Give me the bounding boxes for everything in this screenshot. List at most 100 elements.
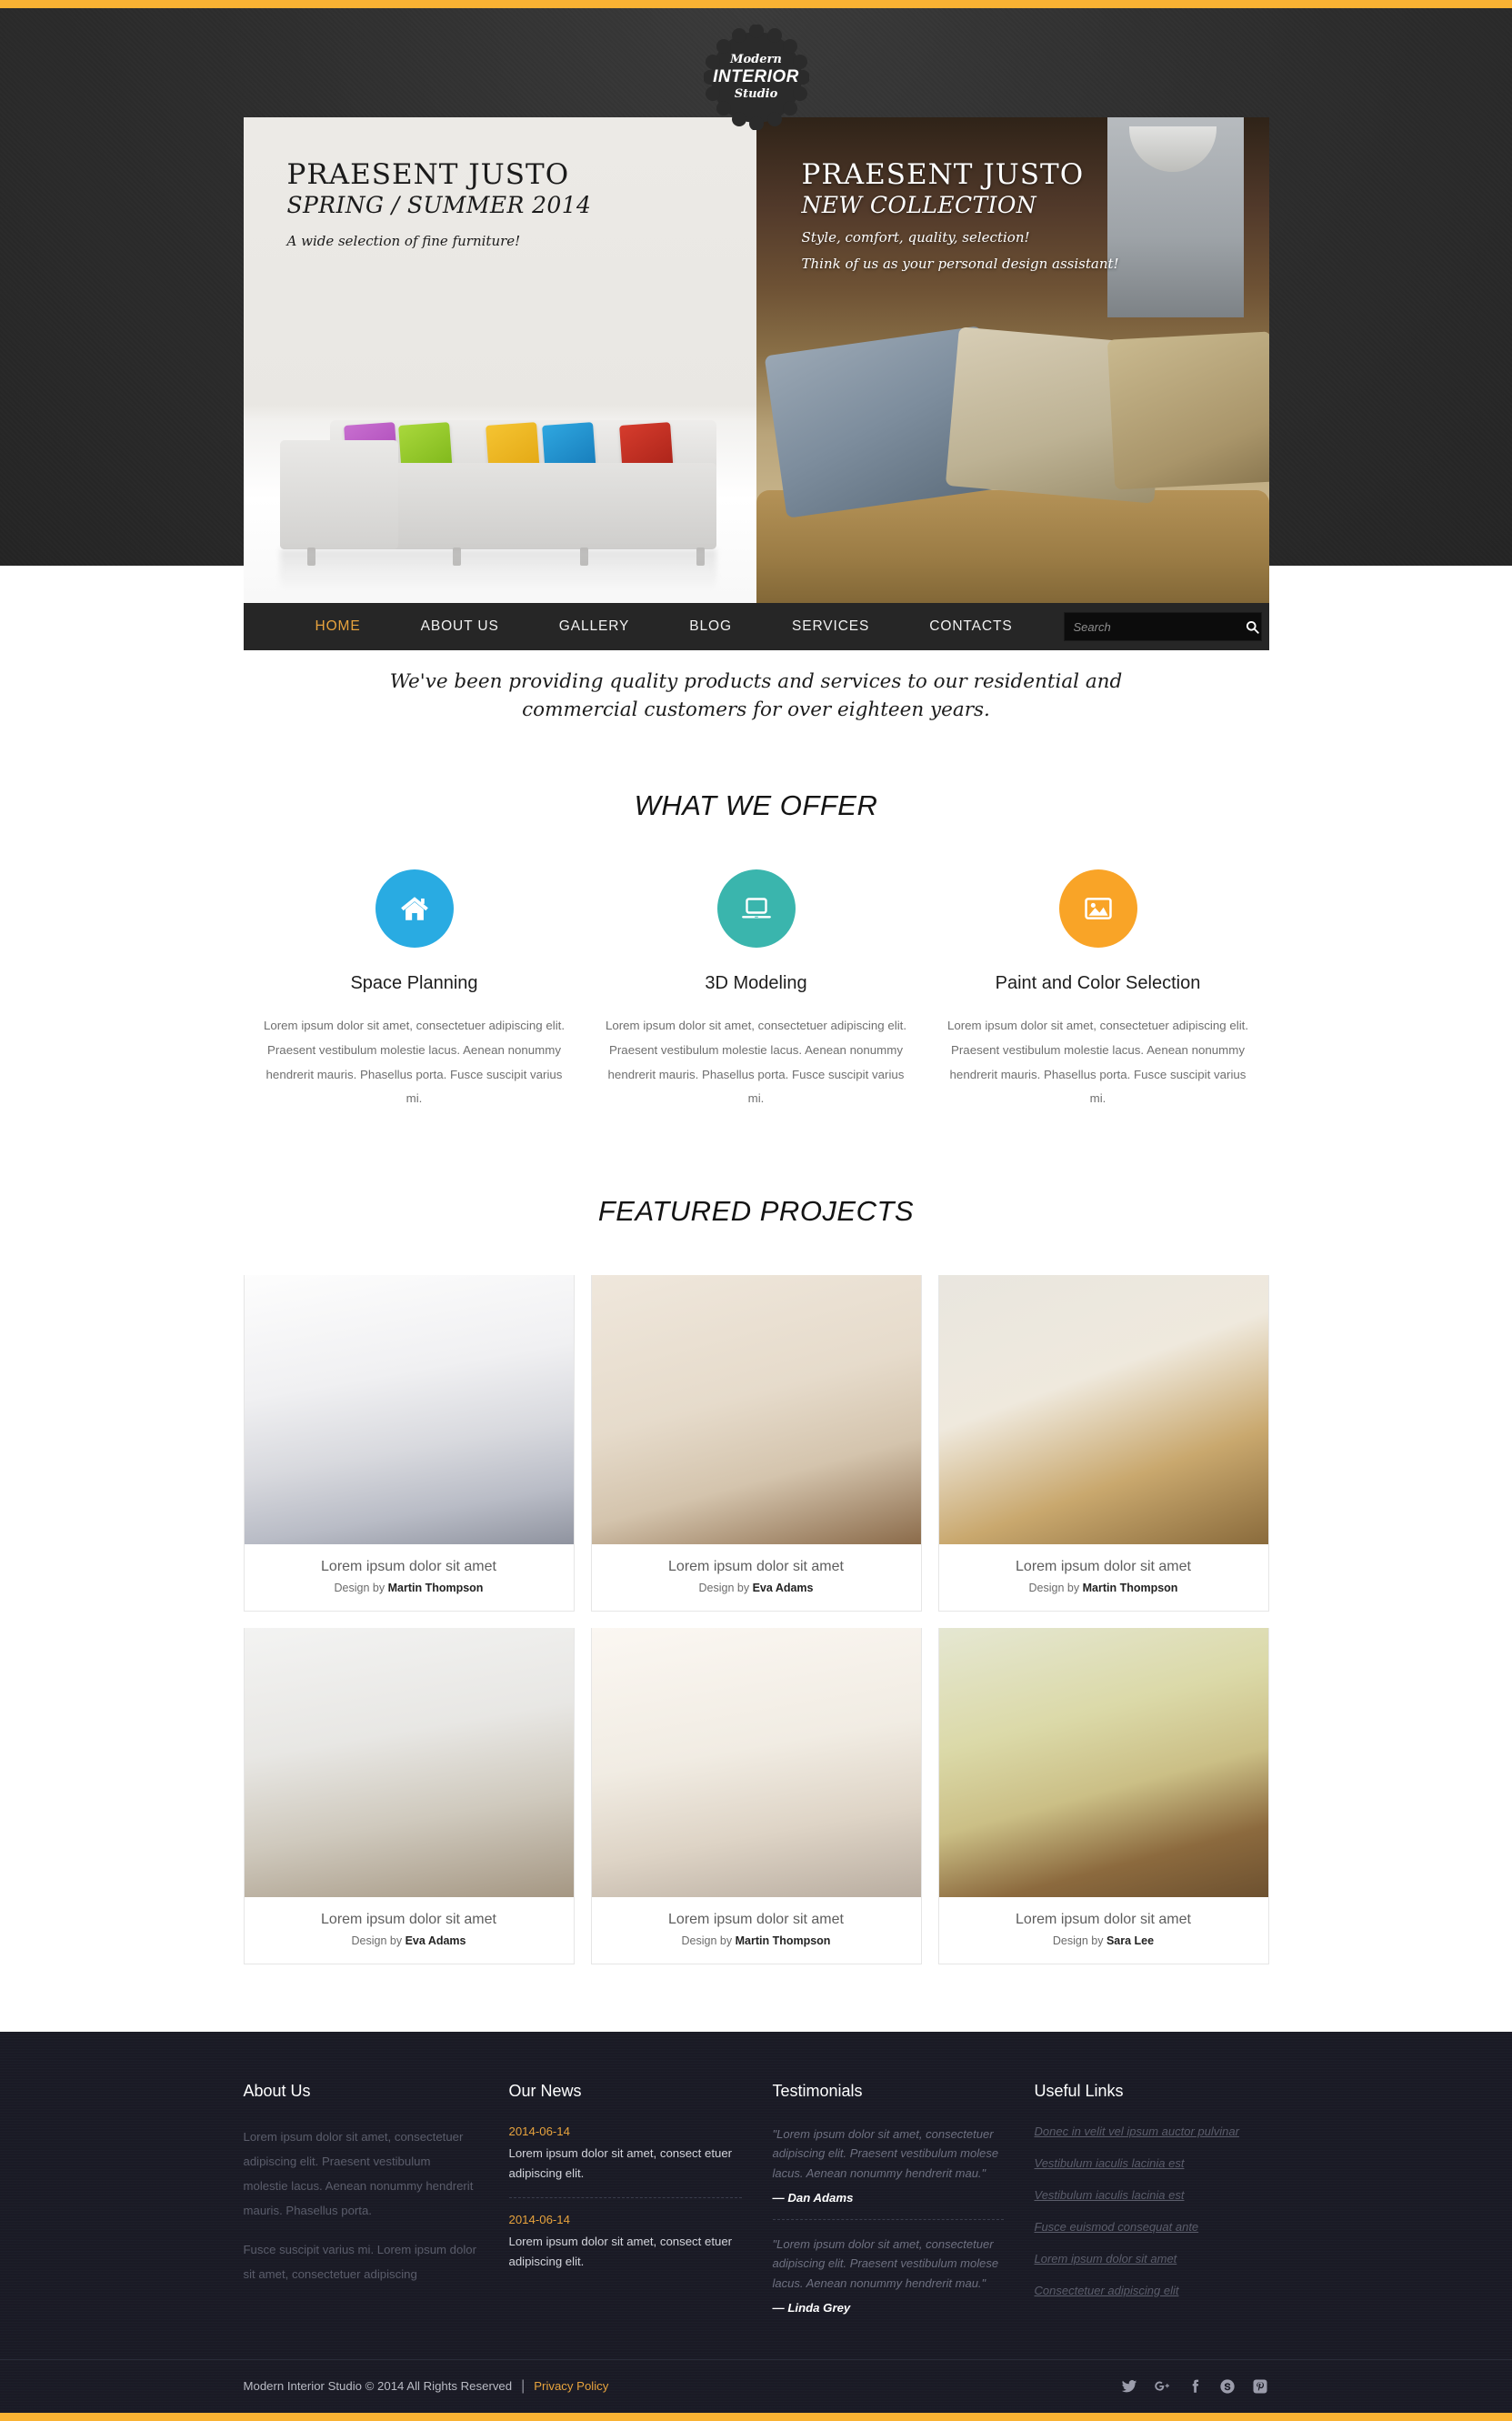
footer-testimonials-heading: Testimonials <box>772 2081 863 2100</box>
useful-link[interactable]: Lorem ipsum dolor sit amet <box>1035 2252 1269 2265</box>
project-card[interactable]: Lorem ipsum dolor sit amet Design by Mar… <box>937 1274 1269 1612</box>
footer-bottom-bar: Modern Interior Studio © 2014 All Rights… <box>0 2358 1512 2413</box>
useful-link[interactable]: Vestibulum iaculis lacinia est <box>1035 2156 1269 2170</box>
nav-item-contacts[interactable]: CONTACTS <box>899 618 1042 635</box>
offer-space-planning[interactable]: Space Planning Lorem ipsum dolor sit ame… <box>244 869 586 1110</box>
project-title: Lorem ipsum dolor sit amet <box>668 1558 844 1574</box>
project-card[interactable]: Lorem ipsum dolor sit amet Design by Eva… <box>590 1274 922 1612</box>
design-by-label: Design by <box>698 1581 753 1594</box>
hero-slide-left[interactable]: PRAESENT JUSTO SPRING / SUMMER 2014 A wi… <box>243 117 756 613</box>
footer-about-column: About Us Lorem ipsum dolor sit amet, con… <box>244 2082 509 2316</box>
hero-left-line1: A wide selection of fine furniture! <box>286 233 521 250</box>
project-author: Design by Eva Adams <box>599 1582 914 1594</box>
offer-paint-color-selection[interactable]: Paint and Color Selection Lorem ipsum do… <box>927 869 1269 1110</box>
hero-right-title: PRAESENT JUSTO <box>801 158 1085 191</box>
social-links <box>1121 2377 1269 2395</box>
search-icon <box>1246 620 1259 634</box>
main-navigation: HOME ABOUT US GALLERY BLOG SERVICES CONT… <box>243 603 1269 650</box>
nav-item-blog[interactable]: BLOG <box>659 618 762 635</box>
cushion-gold <box>1106 331 1269 490</box>
news-text: Lorem ipsum dolor sit amet, consect etue… <box>508 2235 733 2269</box>
offer-title: Space Planning <box>350 973 478 994</box>
search-button[interactable] <box>1245 613 1261 640</box>
project-thumbnail <box>938 1274 1268 1544</box>
project-title: Lorem ipsum dolor sit amet <box>1016 1558 1191 1574</box>
news-date: 2014-06-14 <box>508 2213 570 2227</box>
footer-news-column: Our News 2014-06-14 Lorem ipsum dolor si… <box>508 2082 773 2316</box>
useful-link[interactable]: Fusce euismod consequat ante <box>1035 2220 1269 2234</box>
hero-right-subtitle: NEW COLLECTION <box>801 192 1036 219</box>
offer-3d-modeling[interactable]: 3D Modeling Lorem ipsum dolor sit amet, … <box>586 869 927 1110</box>
useful-link[interactable]: Consectetuer adipiscing elit <box>1035 2284 1269 2297</box>
news-date: 2014-06-14 <box>508 2124 570 2138</box>
project-card-body: Lorem ipsum dolor sit amet Design by Eva… <box>245 1897 574 1964</box>
project-card[interactable]: Lorem ipsum dolor sit amet Design by Mar… <box>243 1274 575 1612</box>
pinterest-icon[interactable] <box>1252 2377 1269 2395</box>
footer-links-column: Useful Links Donec in velit vel ipsum au… <box>1035 2082 1269 2316</box>
bottom-accent-rule <box>0 2412 1512 2421</box>
useful-link[interactable]: Donec in velit vel ipsum auctor pulvinar <box>1035 2125 1269 2138</box>
page-content: We've been providing quality products an… <box>243 566 1269 1964</box>
offer-title: 3D Modeling <box>705 973 807 994</box>
project-card[interactable]: Lorem ipsum dolor sit amet Design by Eva… <box>243 1627 575 1964</box>
footer-about-p2: Fusce suscipit varius mi. Lorem ipsum do… <box>243 2242 477 2282</box>
project-card[interactable]: Lorem ipsum dolor sit amet Design by Sar… <box>937 1627 1269 1964</box>
author-name: Eva Adams <box>405 1934 466 1947</box>
offer-icon-circle <box>1058 869 1137 949</box>
twitter-icon[interactable] <box>1121 2377 1138 2395</box>
offer-text: Lorem ipsum dolor sit amet, consectetuer… <box>605 1019 907 1106</box>
project-thumbnail <box>591 1274 921 1544</box>
hero-right-text: PRAESENT JUSTO NEW COLLECTION Style, com… <box>802 159 1119 274</box>
design-by-label: Design by <box>334 1581 388 1594</box>
author-name: Martin Thompson <box>387 1581 484 1594</box>
hero-left-text: PRAESENT JUSTO SPRING / SUMMER 2014 A wi… <box>287 159 592 252</box>
hero-left-title: PRAESENT JUSTO <box>286 158 570 191</box>
footer-testimonials-column: Testimonials "Lorem ipsum dolor sit amet… <box>772 2081 1035 2316</box>
project-title: Lorem ipsum dolor sit amet <box>321 1558 496 1574</box>
project-author: Design by Martin Thompson <box>252 1582 566 1594</box>
project-card-body: Lorem ipsum dolor sit amet Design by Mar… <box>939 1544 1268 1611</box>
google-plus-icon[interactable] <box>1154 2377 1171 2395</box>
news-item[interactable]: 2014-06-14 Lorem ipsum dolor sit amet, c… <box>509 2213 742 2272</box>
author-name: Sara Lee <box>1106 1934 1155 1947</box>
project-title: Lorem ipsum dolor sit amet <box>668 1911 844 1927</box>
news-divider <box>508 2197 742 2199</box>
news-item[interactable]: 2014-06-14 Lorem ipsum dolor sit amet, c… <box>509 2125 742 2184</box>
footer-columns: About Us Lorem ipsum dolor sit amet, con… <box>244 2032 1269 2359</box>
testimonial-divider <box>772 2219 1004 2221</box>
design-by-label: Design by <box>1052 1934 1106 1947</box>
copyright-text: Modern Interior Studio © 2014 All Rights… <box>243 2379 513 2394</box>
featured-projects-grid: Lorem ipsum dolor sit amet Design by Mar… <box>243 1274 1269 1964</box>
top-accent-rule <box>0 0 1512 8</box>
facebook-icon[interactable] <box>1187 2377 1204 2395</box>
project-title: Lorem ipsum dolor sit amet <box>1016 1911 1191 1927</box>
nav-item-gallery[interactable]: GALLERY <box>529 618 660 635</box>
hero-slide-right[interactable]: PRAESENT JUSTO NEW COLLECTION Style, com… <box>756 117 1269 613</box>
offer-icon-circle <box>716 869 796 949</box>
site-header: Modern INTERIOR Studio PRAESENT JUSTO SP… <box>0 8 1512 650</box>
testimonial-item: "Lorem ipsum dolor sit amet, consectetue… <box>773 2235 1004 2315</box>
project-card-body: Lorem ipsum dolor sit amet Design by Mar… <box>592 1897 921 1964</box>
site-footer: About Us Lorem ipsum dolor sit amet, con… <box>0 2031 1512 2413</box>
site-logo[interactable]: Modern INTERIOR Studio <box>703 25 809 130</box>
useful-link[interactable]: Vestibulum iaculis lacinia est <box>1035 2188 1269 2202</box>
copyright-separator: | <box>521 2377 526 2394</box>
project-title: Lorem ipsum dolor sit amet <box>321 1911 496 1927</box>
project-thumbnail <box>938 1627 1268 1897</box>
nav-item-services[interactable]: SERVICES <box>762 618 899 635</box>
privacy-policy-link[interactable]: Privacy Policy <box>534 2379 608 2393</box>
hero-right-line1: Style, comfort, quality, selection! <box>801 229 1030 246</box>
nav-item-home[interactable]: HOME <box>285 618 391 635</box>
search-input[interactable] <box>1064 619 1245 634</box>
offer-title: Paint and Color Selection <box>995 973 1201 994</box>
hero-slider: PRAESENT JUSTO SPRING / SUMMER 2014 A wi… <box>243 117 1269 613</box>
testimonial-item: "Lorem ipsum dolor sit amet, consectetue… <box>773 2125 1004 2205</box>
nav-item-about-us[interactable]: ABOUT US <box>391 618 529 635</box>
project-author: Design by Sara Lee <box>946 1934 1261 1947</box>
project-author: Design by Eva Adams <box>252 1934 566 1947</box>
offer-text: Lorem ipsum dolor sit amet, consectetuer… <box>946 1019 1249 1106</box>
project-card[interactable]: Lorem ipsum dolor sit amet Design by Mar… <box>590 1627 922 1964</box>
skype-icon[interactable] <box>1219 2377 1237 2395</box>
footer-links-heading: Useful Links <box>1034 2081 1124 2100</box>
design-by-label: Design by <box>681 1934 736 1947</box>
